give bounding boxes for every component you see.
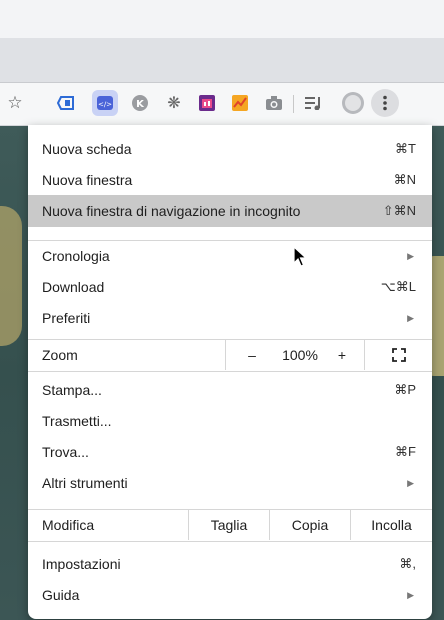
browser-toolbar: ☆ </> K ❋ [0,83,444,126]
extension-icon-1[interactable] [55,92,77,114]
shortcut-label: ⌘T [395,141,416,156]
menu-separator [28,371,432,372]
menu-item-new-incognito-window[interactable]: Nuova finestra di navigazione in incogni… [28,195,432,227]
menu-item-label: Download [42,279,105,295]
profile-avatar-icon[interactable] [340,90,366,116]
menu-item-new-tab[interactable]: Nuova scheda ⌘T [28,134,432,164]
menu-item-label: Guida [42,587,80,603]
shortcut-label: ⌘F [395,444,416,459]
extension-calendar-icon[interactable] [196,92,218,114]
menu-row-zoom: Zoom – 100% + [28,340,432,370]
menu-dots-icon[interactable] [371,89,399,117]
extension-camera-icon[interactable] [263,92,285,114]
menu-item-label: Impostazioni [42,556,121,572]
menu-row-edit: Modifica Taglia Copia Incolla [28,510,432,540]
menu-item-settings[interactable]: Impostazioni ⌘, [28,549,432,579]
menu-item-label: Nuova scheda [42,141,132,157]
edit-label: Modifica [42,517,95,533]
shortcut-label: ⌘P [394,382,416,397]
menu-item-history[interactable]: Cronologia ▶ [28,241,432,271]
submenu-arrow-icon: ▶ [407,312,414,323]
fullscreen-icon[interactable] [365,340,432,370]
menu-item-label: Altri strumenti [42,475,128,491]
zoom-divider [225,340,226,370]
menu-item-label: Preferiti [42,310,91,326]
menu-item-more-tools[interactable]: Altri strumenti ▶ [28,468,432,498]
svg-text:</>: </> [98,101,112,109]
paste-button[interactable]: Incolla [351,510,432,540]
submenu-arrow-icon: ▶ [407,250,414,261]
menu-item-cast[interactable]: Trasmetti... [28,406,432,436]
shortcut-label: ⌘N [393,172,416,187]
extension-chart-icon[interactable] [229,92,251,114]
top-strip [0,0,444,38]
background-decoration [0,206,22,346]
menu-item-print[interactable]: Stampa... ⌘P [28,375,432,405]
zoom-label: Zoom [42,347,78,363]
extension-k-icon[interactable]: K [129,92,151,114]
zoom-level-value: 100% [282,347,318,363]
menu-item-downloads[interactable]: Download ⌥⌘L [28,272,432,302]
menu-item-label: Trasmetti... [42,413,112,429]
zoom-out-button[interactable]: – [232,340,272,370]
menu-item-label: Nuova finestra di navigazione in incogni… [42,203,301,219]
browser-main-menu: Nuova scheda ⌘T Nuova finestra ⌘N Nuova … [28,125,432,619]
copy-button[interactable]: Copia [270,510,350,540]
cut-button[interactable]: Taglia [189,510,269,540]
menu-item-help[interactable]: Guida ▶ [28,580,432,610]
menu-item-find[interactable]: Trova... ⌘F [28,437,432,467]
tab-strip-area [0,38,444,83]
extension-code-icon[interactable]: </> [92,90,118,116]
extension-gear-icon[interactable]: ❋ [163,92,185,114]
menu-item-new-window[interactable]: Nuova finestra ⌘N [28,165,432,195]
shortcut-label: ⌘, [399,556,416,571]
menu-item-label: Trova... [42,444,89,460]
svg-text:K: K [136,99,145,110]
shortcut-label: ⌥⌘L [380,279,416,294]
submenu-arrow-icon: ▶ [407,589,414,600]
zoom-in-button[interactable]: + [326,340,358,370]
menu-item-label: Stampa... [42,382,102,398]
menu-item-label: Cronologia [42,248,110,264]
reading-list-icon[interactable] [303,92,325,114]
menu-separator [28,541,432,542]
menu-item-label: Nuova finestra [42,172,133,188]
menu-item-bookmarks[interactable]: Preferiti ▶ [28,303,432,333]
toolbar-divider [293,95,294,113]
mouse-cursor-icon [293,246,307,267]
submenu-arrow-icon: ▶ [407,477,414,488]
star-icon[interactable]: ☆ [4,92,26,114]
shortcut-label: ⇧⌘N [382,203,416,218]
